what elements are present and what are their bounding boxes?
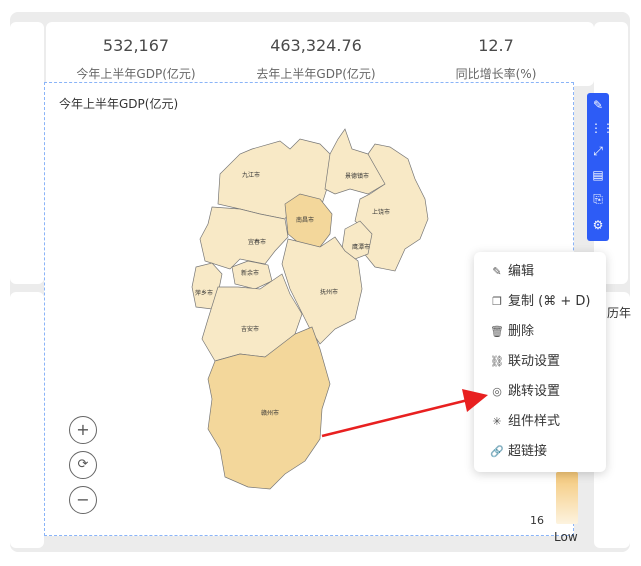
legend-gradient	[556, 472, 578, 524]
zoom-in-button[interactable]: +	[69, 416, 97, 444]
label-nanchang: 南昌市	[296, 216, 314, 224]
edit-icon[interactable]: ✎	[590, 97, 606, 113]
edit-icon: ✎	[492, 265, 502, 278]
legend-value: 16	[530, 514, 544, 527]
zoom-out-button[interactable]: −	[69, 486, 97, 514]
kpi-value: 532,167	[102, 36, 170, 55]
kpi-label: 同比增长率(%)	[455, 67, 537, 81]
left-card-top	[10, 22, 44, 284]
kpi-value: 12.7	[478, 36, 514, 55]
menu-item-link-settings[interactable]: ⛓ 联动设置	[490, 352, 560, 372]
menu-item-hyperlink[interactable]: 🔗 超链接	[490, 442, 547, 462]
left-card-bottom	[10, 292, 44, 548]
jump-icon: ◎	[492, 385, 502, 398]
menu-item-label: 联动设置	[508, 354, 561, 369]
label-pingxiang: 萍乡市	[195, 289, 213, 297]
menu-item-delete[interactable]: 🗑 删除	[490, 322, 534, 342]
label-jian: 吉安市	[241, 325, 259, 333]
layout-icon[interactable]: ⋮⋮	[590, 120, 614, 136]
menu-item-label: 删除	[508, 324, 535, 339]
kpi-card: 532,167 今年上半年GDP(亿元) 463,324.76 去年上半年GDP…	[46, 22, 594, 86]
context-menu: ✎ 编辑 ❐ 复制 (⌘ + D) 🗑 删除 ⛓ 联动设置 ◎ 跳转设置 ✳ 组件样式 🔗 超…	[474, 252, 606, 472]
menu-item-label: 复制 (⌘ + D)	[508, 294, 591, 309]
widget-toolbar: ✎ ⋮⋮ ⤢ ▤ ⎘ ⚙	[587, 93, 614, 241]
export-icon[interactable]: ⎘	[590, 191, 606, 207]
kpi-value: 463,324.76	[270, 36, 362, 55]
side-card-title: 历年	[607, 306, 632, 320]
expand-icon[interactable]: ⤢	[590, 143, 606, 159]
kpi-last-gdp: 463,324.76 去年上半年GDP(亿元)	[226, 36, 406, 82]
label-yichun: 宜春市	[248, 238, 266, 246]
label-shangrao: 上饶市	[372, 208, 390, 216]
menu-item-edit[interactable]: ✎ 编辑	[490, 262, 534, 282]
label-jiujiang: 九江市	[242, 171, 260, 179]
style-icon: ✳	[492, 415, 502, 428]
zoom-reset-button[interactable]: ⟳	[69, 451, 97, 479]
hyperlink-icon: 🔗	[490, 445, 504, 458]
kpi-current-gdp: 532,167 今年上半年GDP(亿元)	[46, 36, 226, 82]
menu-item-jump-settings[interactable]: ◎ 跳转设置	[490, 382, 560, 402]
menu-item-copy[interactable]: ❐ 复制 (⌘ + D)	[490, 292, 590, 312]
label-xinyu: 新余市	[241, 269, 259, 277]
kpi-growth: 12.7 同比增长率(%)	[406, 36, 586, 82]
copy-icon: ❐	[492, 295, 502, 308]
link-icon: ⛓	[490, 355, 504, 368]
menu-item-label: 编辑	[508, 264, 535, 279]
kpi-label: 今年上半年GDP(亿元)	[76, 67, 196, 81]
view-data-icon[interactable]: ▤	[590, 167, 606, 183]
kpi-label: 去年上半年GDP(亿元)	[256, 67, 376, 81]
menu-item-component-style[interactable]: ✳ 组件样式	[490, 412, 560, 432]
label-fuzhou: 抚州市	[320, 288, 338, 296]
label-ganzhou: 赣州市	[261, 409, 279, 417]
label-jingdezhen: 景德镇市	[345, 172, 369, 180]
menu-item-label: 超链接	[508, 444, 548, 459]
menu-item-label: 跳转设置	[508, 384, 561, 399]
settings-icon[interactable]: ⚙	[590, 217, 606, 233]
legend-low-label: Low	[554, 530, 578, 544]
label-yingtan: 鹰潭市	[352, 243, 370, 251]
delete-icon: 🗑	[490, 325, 504, 338]
menu-item-label: 组件样式	[508, 414, 561, 429]
